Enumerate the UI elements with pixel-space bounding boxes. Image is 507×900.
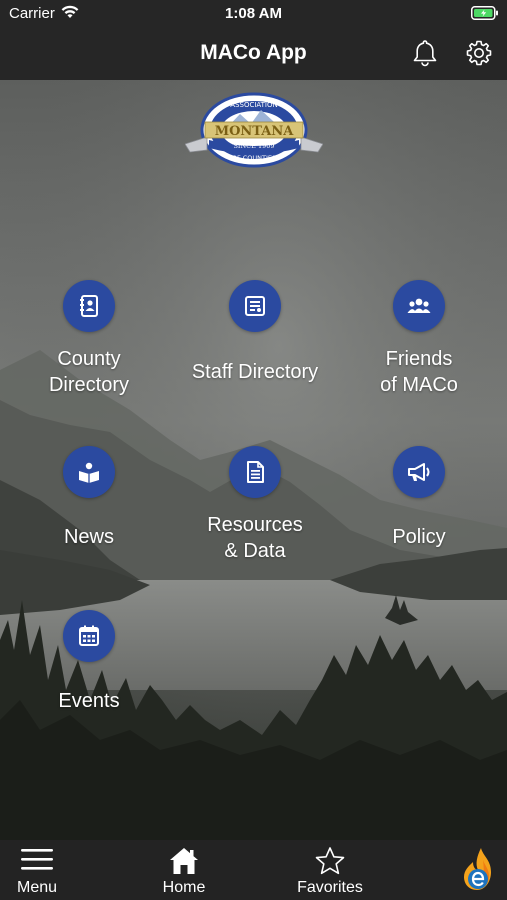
tab-home-label: Home <box>162 879 206 896</box>
document-icon <box>229 446 281 498</box>
app-header: MACo App <box>0 28 507 80</box>
news-reader-icon <box>63 446 115 498</box>
logo-top-text: ASSOCIATION <box>230 101 277 109</box>
calendar-icon <box>63 610 115 662</box>
tab-favorites[interactable]: Favorites <box>290 840 370 900</box>
tab-bar: Menu Home Favorites <box>0 840 507 900</box>
staff-directory-button[interactable]: Staff Directory <box>179 280 331 385</box>
contacts-book-icon <box>63 280 115 332</box>
events-button[interactable]: Events <box>14 610 164 714</box>
friends-of-maco-label: Friends of MACo <box>380 348 458 396</box>
logo-since-text: SINCE 1909 <box>233 142 274 150</box>
tab-menu[interactable]: Menu <box>0 840 74 900</box>
flame-e-logo-icon[interactable] <box>458 840 500 900</box>
resources-data-button[interactable]: Resources & Data <box>179 446 331 564</box>
status-bar: Carrier 1:08 AM <box>0 0 507 28</box>
staff-card-icon <box>229 280 281 332</box>
resources-data-label: Resources & Data <box>207 514 303 562</box>
logo-state-text: MONTANA <box>215 124 295 139</box>
battery-icon <box>471 6 499 24</box>
bell-icon[interactable] <box>410 38 440 73</box>
county-directory-label: County Directory <box>48 348 129 396</box>
policy-button[interactable]: Policy <box>344 446 494 550</box>
tab-favorites-label: Favorites <box>297 879 363 896</box>
staff-directory-label: Staff Directory <box>191 361 319 383</box>
news-label: News <box>63 526 114 548</box>
star-icon <box>290 846 370 876</box>
logo-bottom-text: OF COUNTIES <box>232 154 276 162</box>
maco-logo: MONTANA ASSOCIATION SINCE 1909 OF COUNTI… <box>184 92 324 172</box>
gear-icon[interactable] <box>464 38 494 73</box>
news-button[interactable]: News <box>14 446 164 550</box>
home-icon <box>146 846 222 876</box>
hamburger-icon <box>0 846 74 874</box>
friends-of-maco-button[interactable]: Friends of MACo <box>344 280 494 398</box>
policy-label: Policy <box>392 526 446 548</box>
tab-menu-label: Menu <box>16 879 58 896</box>
group-icon <box>393 280 445 332</box>
events-label: Events <box>58 690 120 712</box>
clock: 1:08 AM <box>225 5 282 22</box>
tab-home[interactable]: Home <box>146 840 222 900</box>
county-directory-button[interactable]: County Directory <box>14 280 164 398</box>
megaphone-icon <box>393 446 445 498</box>
